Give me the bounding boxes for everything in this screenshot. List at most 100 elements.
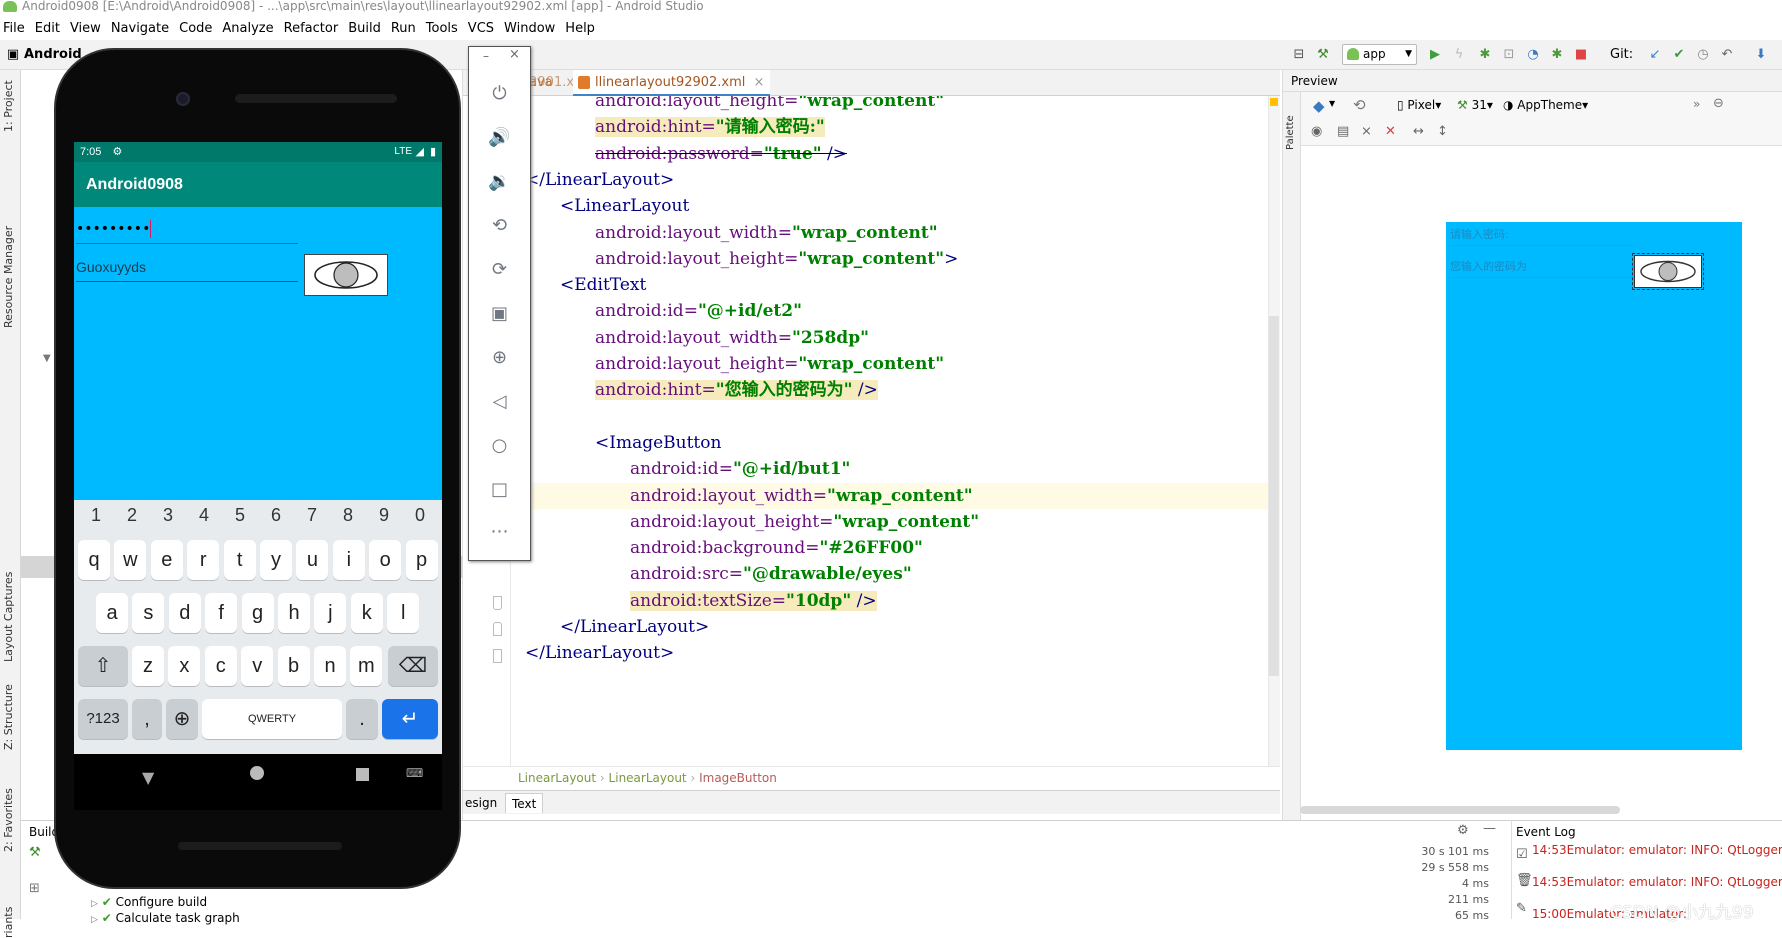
minimize-icon[interactable]: — (1483, 821, 1496, 836)
key-m[interactable]: m (350, 646, 383, 686)
key-n[interactable]: n (314, 646, 346, 686)
volume-down-icon[interactable]: 🔉 (469, 171, 530, 192)
code-line[interactable]: android:layout_height="wrap_content" (511, 509, 1271, 535)
constraint-icon[interactable]: ⨯ (1361, 124, 1372, 139)
minimize-icon[interactable]: ⊖ (1713, 96, 1724, 111)
nav-home-icon[interactable] (250, 766, 264, 780)
close-icon[interactable]: × (509, 47, 520, 62)
menu-run[interactable]: Run (391, 21, 416, 36)
menu-edit[interactable]: Edit (35, 21, 60, 36)
key-h[interactable]: h (278, 593, 310, 633)
tab-palette[interactable]: Palette (1285, 115, 1296, 150)
debug-icon[interactable]: ✱ (1478, 48, 1492, 62)
key-k[interactable]: k (350, 593, 383, 633)
rollback-icon[interactable]: ↶ (1720, 48, 1734, 62)
horizontal-resize-icon[interactable]: ↔ (1413, 124, 1424, 139)
key-2[interactable]: 2 (127, 505, 137, 535)
project-name[interactable]: Android (24, 47, 82, 62)
code-line[interactable]: <LinearLayout (511, 193, 1271, 219)
project-folder-icon[interactable]: ▣ (6, 48, 20, 62)
api-select[interactable]: ⚒ 31▾ (1457, 98, 1493, 112)
key-y[interactable]: y (260, 540, 292, 580)
attach-debugger-icon[interactable]: ⊡ (1502, 48, 1516, 62)
overview-icon[interactable]: □ (469, 479, 530, 500)
minimize-icon[interactable]: – (483, 49, 489, 63)
password-field[interactable]: ••••••••• (76, 220, 298, 244)
key-8[interactable]: 8 (343, 505, 353, 535)
key-d[interactable]: d (168, 593, 201, 633)
sdk-manager-icon[interactable]: ⬇ (1754, 48, 1768, 62)
tab-structure[interactable]: Z: Structure (2, 684, 15, 750)
fold-icon[interactable] (493, 622, 502, 636)
code-line[interactable]: android:hint="请输入密码:" (511, 114, 1271, 140)
key-a[interactable]: a (96, 593, 128, 633)
code-line[interactable]: android:src="@drawable/eyes" (511, 561, 1271, 587)
shift-icon[interactable]: ⇧ (78, 646, 128, 686)
key-r[interactable]: r (187, 540, 220, 580)
tab-design[interactable]: esign (459, 793, 503, 813)
key-q[interactable]: q (78, 540, 110, 580)
run-config-select[interactable]: app ▼ (1342, 44, 1417, 65)
code-line[interactable]: android:hint="您输入的密码为" /> (511, 377, 1271, 403)
key-p[interactable]: p (405, 540, 438, 580)
key-0[interactable]: 0 (415, 505, 425, 535)
vertical-resize-icon[interactable]: ↕ (1437, 124, 1448, 139)
history-icon[interactable]: ◷ (1696, 48, 1710, 62)
power-icon[interactable]: ⏻ (469, 83, 530, 104)
backspace-icon[interactable]: ⌫ (388, 646, 438, 686)
tab-text[interactable]: Text (505, 793, 544, 813)
breadcrumb-item[interactable]: LinearLayout (518, 771, 596, 785)
code-line[interactable]: </LinearLayout> (511, 640, 1271, 666)
build-hammer-icon[interactable]: ⚒ (1316, 48, 1330, 62)
expand-icon[interactable]: » (1693, 97, 1700, 111)
key-f[interactable]: f (205, 593, 238, 633)
gear-icon[interactable]: ⚙ (1457, 823, 1469, 838)
code-line[interactable]: android:layout_height="wrap_content" (511, 351, 1271, 377)
code-line[interactable] (511, 404, 1271, 430)
tab-resource-manager[interactable]: Resource Manager (2, 226, 15, 328)
menu-code[interactable]: Code (179, 21, 212, 36)
code-line[interactable]: android:layout_height="wrap_content" (511, 96, 1271, 114)
nav-back-icon[interactable]: ▼ (142, 768, 154, 787)
code-line[interactable]: android:background="#26FF00" (511, 535, 1271, 561)
code-line[interactable]: android:id="@+id/et2" (511, 298, 1271, 324)
preview-result-hint[interactable]: 您输入的密码为 (1450, 258, 1632, 278)
key-e[interactable]: e (150, 540, 183, 580)
stop-icon[interactable]: ■ (1574, 48, 1588, 62)
code-line[interactable]: <ImageButton (511, 430, 1271, 456)
zoom-icon[interactable]: ⊕ (469, 347, 530, 368)
shown-password-field[interactable]: Guoxuyyds (76, 254, 298, 282)
tab-llinearlayout[interactable]: llinearlayout92902.xml × (573, 70, 771, 96)
code-line[interactable]: <EditText (511, 272, 1271, 298)
preview-scrollbar[interactable] (1300, 806, 1620, 814)
git-commit-icon[interactable]: ✔ (1672, 48, 1686, 62)
key-l[interactable]: l (387, 593, 420, 633)
orientation-icon[interactable]: ⟲ (1353, 96, 1366, 114)
code-line[interactable]: android:layout_width="wrap_content" (511, 220, 1271, 246)
code-line[interactable]: android:id="@+id/but1" (511, 456, 1271, 482)
tab-build-variants[interactable]: riants (2, 907, 15, 938)
code-line[interactable]: android:textSize="10dp" /> (511, 588, 1271, 614)
breadcrumb-item[interactable]: ImageButton (699, 771, 777, 785)
code-line[interactable]: android:password="true" /> (511, 141, 1271, 167)
git-update-icon[interactable]: ↙ (1648, 48, 1662, 62)
key-comma[interactable]: , (132, 699, 162, 739)
key-g[interactable]: g (241, 593, 274, 633)
preview-password-hint[interactable]: 请输入密码: (1450, 226, 1632, 246)
rotate-left-icon[interactable]: ⟲ (469, 215, 530, 236)
key-b[interactable]: b (277, 646, 310, 686)
debug-2-icon[interactable]: ✱ (1550, 48, 1564, 62)
device-select[interactable]: ▯ Pixel▾ (1397, 98, 1441, 112)
key-w[interactable]: w (114, 540, 147, 580)
menu-analyze[interactable]: Analyze (222, 21, 273, 36)
rotate-right-icon[interactable]: ⟳ (469, 259, 530, 280)
key-s[interactable]: s (132, 593, 165, 633)
key-j[interactable]: j (314, 593, 347, 633)
key-symbols[interactable]: ?123 (78, 699, 128, 739)
code-line[interactable]: android:layout_width="wrap_content" (511, 482, 1271, 509)
tree-expand-icon[interactable]: ▼ (43, 353, 51, 364)
key-9[interactable]: 9 (379, 505, 389, 535)
build-hammer-icon[interactable]: ⚒ (29, 845, 41, 860)
menu-navigate[interactable]: Navigate (111, 21, 169, 36)
key-5[interactable]: 5 (235, 505, 245, 535)
